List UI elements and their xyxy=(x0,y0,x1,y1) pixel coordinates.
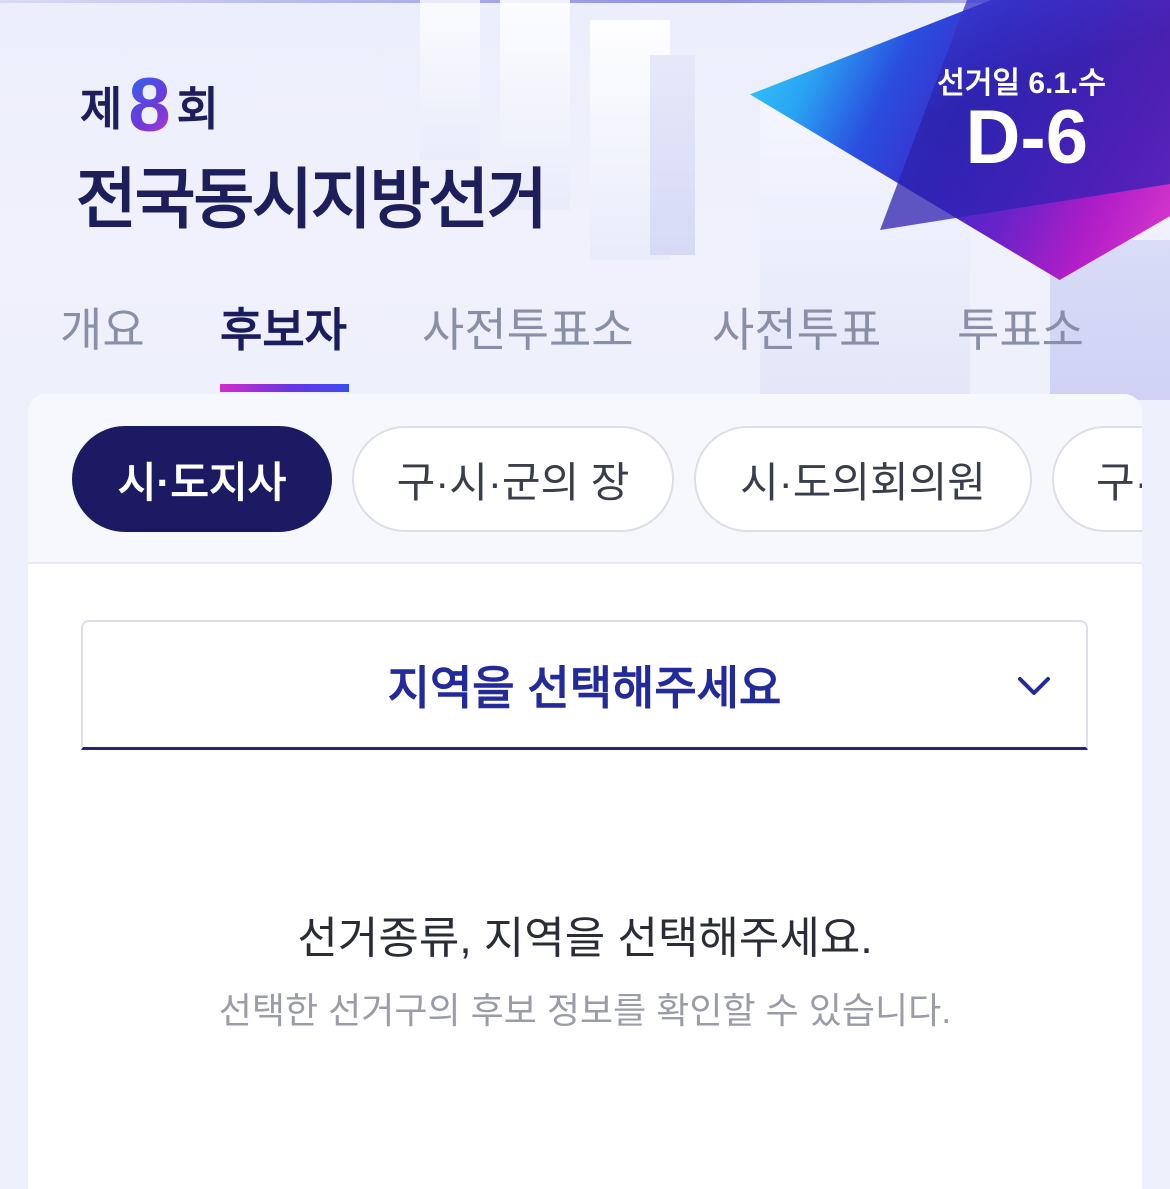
main-tabs: 개요 후보자 사전투표소 사전투표 투표소 xyxy=(0,290,1170,394)
chevron-down-icon xyxy=(1018,677,1050,695)
election-ordinal: 제 8 회 xyxy=(80,68,219,144)
decorative-building xyxy=(420,0,480,160)
tab-candidates[interactable]: 후보자 xyxy=(220,294,347,360)
empty-state-title: 선거종류, 지역을 선택해주세요. xyxy=(297,914,873,963)
tab-polling-stations[interactable]: 투표소 xyxy=(957,294,1084,360)
decorative-building xyxy=(650,55,695,255)
tab-early-voting[interactable]: 사전투표 xyxy=(712,294,881,360)
empty-state-subtitle: 선택한 선거구의 후보 정보를 확인할 수 있습니다. xyxy=(218,990,952,1031)
chip-provincial-council[interactable]: 시·도의회의원 xyxy=(694,426,1032,532)
tab-early-voting-stations[interactable]: 사전투표소 xyxy=(422,294,634,360)
region-select-label: 지역을 선택해주세요 xyxy=(387,661,782,714)
page-title: 전국동시지방선거 xyxy=(76,162,548,236)
candidates-panel: 시·도지사 구·시·군의 장 시·도의회의원 구·시 지역을 선택해주세요 선거… xyxy=(28,394,1142,1189)
election-type-filter: 시·도지사 구·시·군의 장 시·도의회의원 구·시 xyxy=(28,394,1142,564)
chip-mayor[interactable]: 구·시·군의 장 xyxy=(352,426,674,532)
active-tab-indicator xyxy=(220,384,349,392)
title-suffix: 회 xyxy=(176,83,219,135)
title-number: 8 xyxy=(128,63,171,148)
tab-overview[interactable]: 개요 xyxy=(60,294,145,360)
chip-local-council[interactable]: 구·시 xyxy=(1052,426,1142,532)
dday-counter: D-6 xyxy=(965,95,1088,180)
chip-governor[interactable]: 시·도지사 xyxy=(72,426,332,532)
title-prefix: 제 xyxy=(80,83,123,135)
region-select[interactable]: 지역을 선택해주세요 xyxy=(81,620,1088,750)
